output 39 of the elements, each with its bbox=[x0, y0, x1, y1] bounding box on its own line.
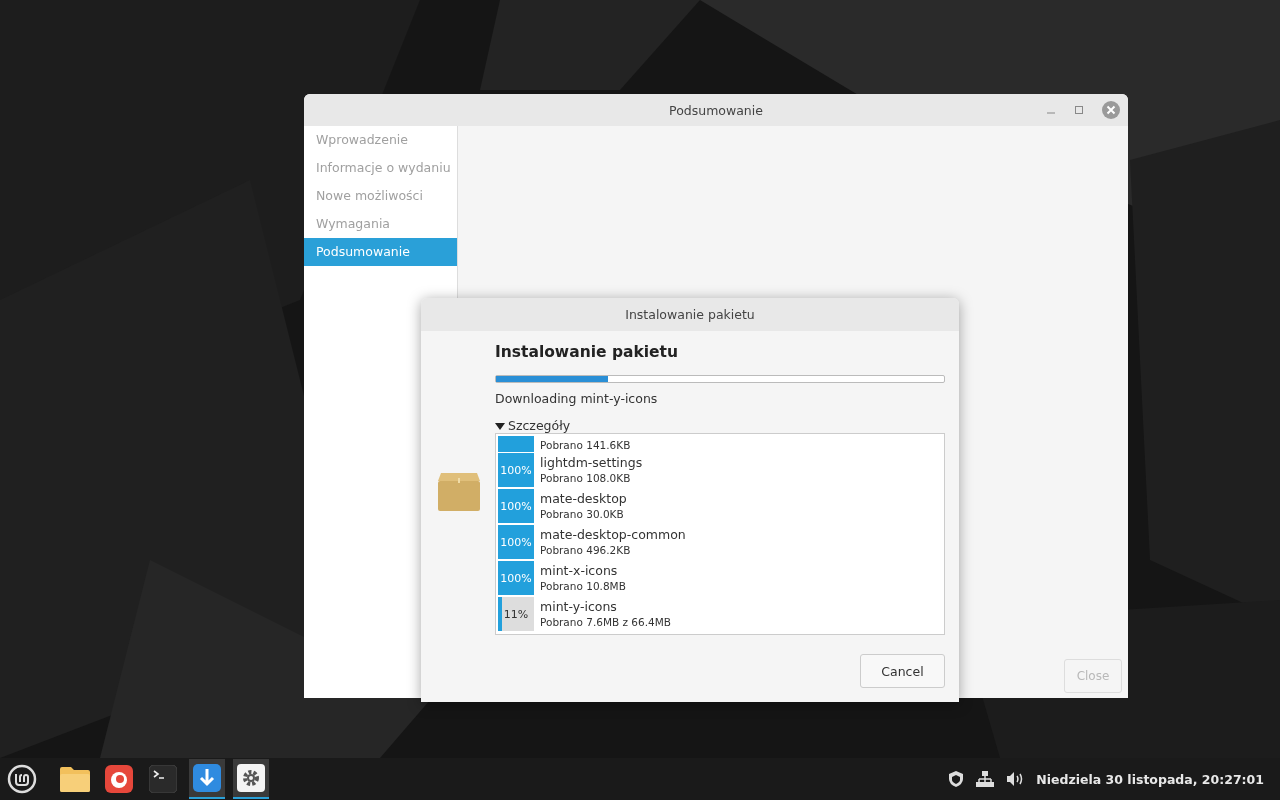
details-expander[interactable]: Szczegóły bbox=[495, 418, 571, 433]
package-icon bbox=[438, 472, 480, 511]
sidebar-item[interactable]: Wymagania bbox=[304, 210, 457, 238]
package-info: Pobrano 496.2KB bbox=[540, 543, 632, 557]
taskbar-app[interactable] bbox=[189, 759, 225, 799]
package-progress: 100% bbox=[498, 453, 534, 487]
package-name: mate-desktop bbox=[540, 491, 627, 507]
sidebar-item[interactable]: Nowe możliwości bbox=[304, 182, 457, 210]
taskbar-app[interactable] bbox=[233, 759, 269, 799]
dialog-heading: Instalowanie pakietu bbox=[495, 343, 680, 363]
caret-icon bbox=[495, 421, 505, 430]
sidebar-item[interactable]: Wprowadzenie bbox=[304, 126, 457, 154]
status-text: Downloading mint-y-icons bbox=[495, 391, 659, 406]
package-progress: 100% bbox=[498, 489, 534, 523]
clock[interactable]: Niedziela 30 listopada, 20:27:01 bbox=[1036, 771, 1264, 787]
window-title: Podsumowanie bbox=[669, 102, 763, 118]
package-info: Pobrano 10.8MB bbox=[540, 579, 626, 593]
package-progress: 100% bbox=[498, 561, 534, 595]
menu-icon[interactable] bbox=[7, 764, 37, 794]
package-name: mint-x-icons bbox=[540, 563, 619, 579]
package-info: Pobrano 108.0KB bbox=[540, 471, 632, 485]
package-name: mint-y-icons bbox=[540, 599, 618, 615]
package-progress: 11% bbox=[498, 597, 534, 631]
sidebar-item[interactable]: Informacje o wydaniu bbox=[304, 154, 457, 182]
package-info: Pobrano 30.0KB bbox=[540, 507, 625, 521]
maximize-icon[interactable] bbox=[1074, 105, 1084, 115]
close-icon[interactable] bbox=[1102, 101, 1120, 119]
package-progress: 100% bbox=[498, 525, 534, 559]
package-progress bbox=[498, 436, 534, 452]
package-info: Pobrano 7.6MB z 66.4MB bbox=[540, 615, 671, 629]
package-name: mate-desktop-common bbox=[540, 527, 686, 543]
dialog-title: Instalowanie pakietu bbox=[625, 307, 755, 322]
package-name: lightdm-settings bbox=[540, 455, 643, 471]
volume-icon[interactable] bbox=[1006, 771, 1025, 787]
cancel-button[interactable]: Cancel bbox=[860, 654, 945, 688]
package-info: Pobrano 141.6KB bbox=[540, 438, 631, 452]
shield-icon[interactable] bbox=[948, 770, 965, 788]
sidebar-item[interactable]: Podsumowanie bbox=[304, 238, 457, 266]
network-icon[interactable] bbox=[976, 771, 995, 787]
